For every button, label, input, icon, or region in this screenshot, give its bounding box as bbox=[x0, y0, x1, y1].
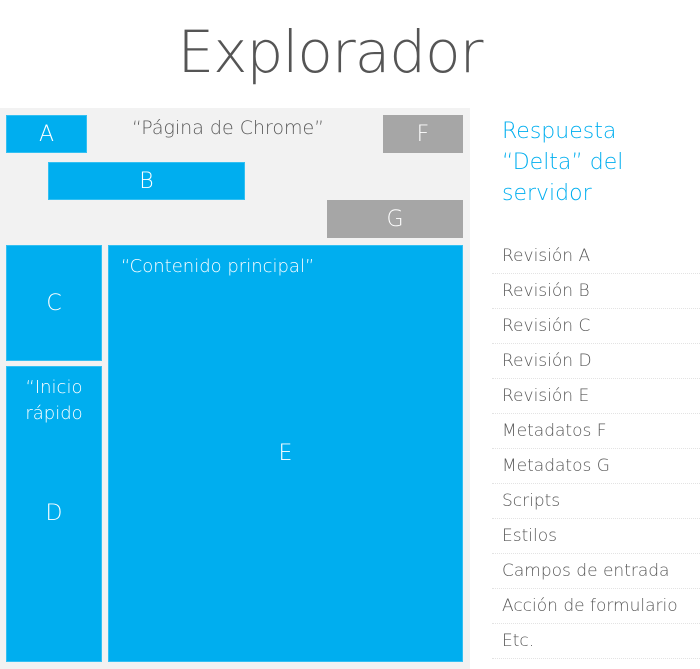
server-response-list: Revisión A Revisión B Revisión C Revisió… bbox=[492, 239, 700, 659]
region-f-label: F bbox=[416, 121, 430, 147]
region-f: F bbox=[383, 115, 463, 153]
region-c: C bbox=[6, 245, 102, 361]
list-item: Etc. bbox=[492, 624, 700, 659]
list-item: Revisión D bbox=[492, 344, 700, 379]
list-item: Revisión B bbox=[492, 274, 700, 309]
region-e-main-content: “Contenido principal” E bbox=[108, 245, 463, 662]
region-b-label: B bbox=[139, 168, 154, 194]
list-item: Metadatos F bbox=[492, 414, 700, 449]
region-e-label: E bbox=[278, 441, 293, 466]
list-item: Metadatos G bbox=[492, 449, 700, 484]
region-d-label: D bbox=[45, 501, 63, 526]
region-g-label: G bbox=[386, 206, 404, 232]
chrome-page-label: “Página de Chrome” bbox=[132, 117, 325, 139]
list-item: Revisión C bbox=[492, 309, 700, 344]
list-item: Revisión A bbox=[492, 239, 700, 274]
region-d-quick-start: “Inicio rápido D bbox=[6, 366, 102, 662]
region-c-label: C bbox=[46, 290, 62, 316]
list-item: Estilos bbox=[492, 519, 700, 554]
list-item: Acción de formulario bbox=[492, 589, 700, 624]
diagram-title: Explorador bbox=[177, 18, 484, 86]
server-response-heading: Respuesta “Delta” del servidor bbox=[502, 119, 624, 206]
list-item: Scripts bbox=[492, 484, 700, 519]
quick-start-label: “Inicio rápido bbox=[25, 377, 83, 424]
region-g: G bbox=[327, 200, 463, 238]
list-item: Revisión E bbox=[492, 379, 700, 414]
main-content-label: “Contenido principal” bbox=[121, 256, 315, 277]
region-a: A bbox=[6, 115, 87, 153]
list-item: Campos de entrada bbox=[492, 554, 700, 589]
region-a-label: A bbox=[38, 121, 55, 147]
region-b: B bbox=[48, 162, 245, 200]
